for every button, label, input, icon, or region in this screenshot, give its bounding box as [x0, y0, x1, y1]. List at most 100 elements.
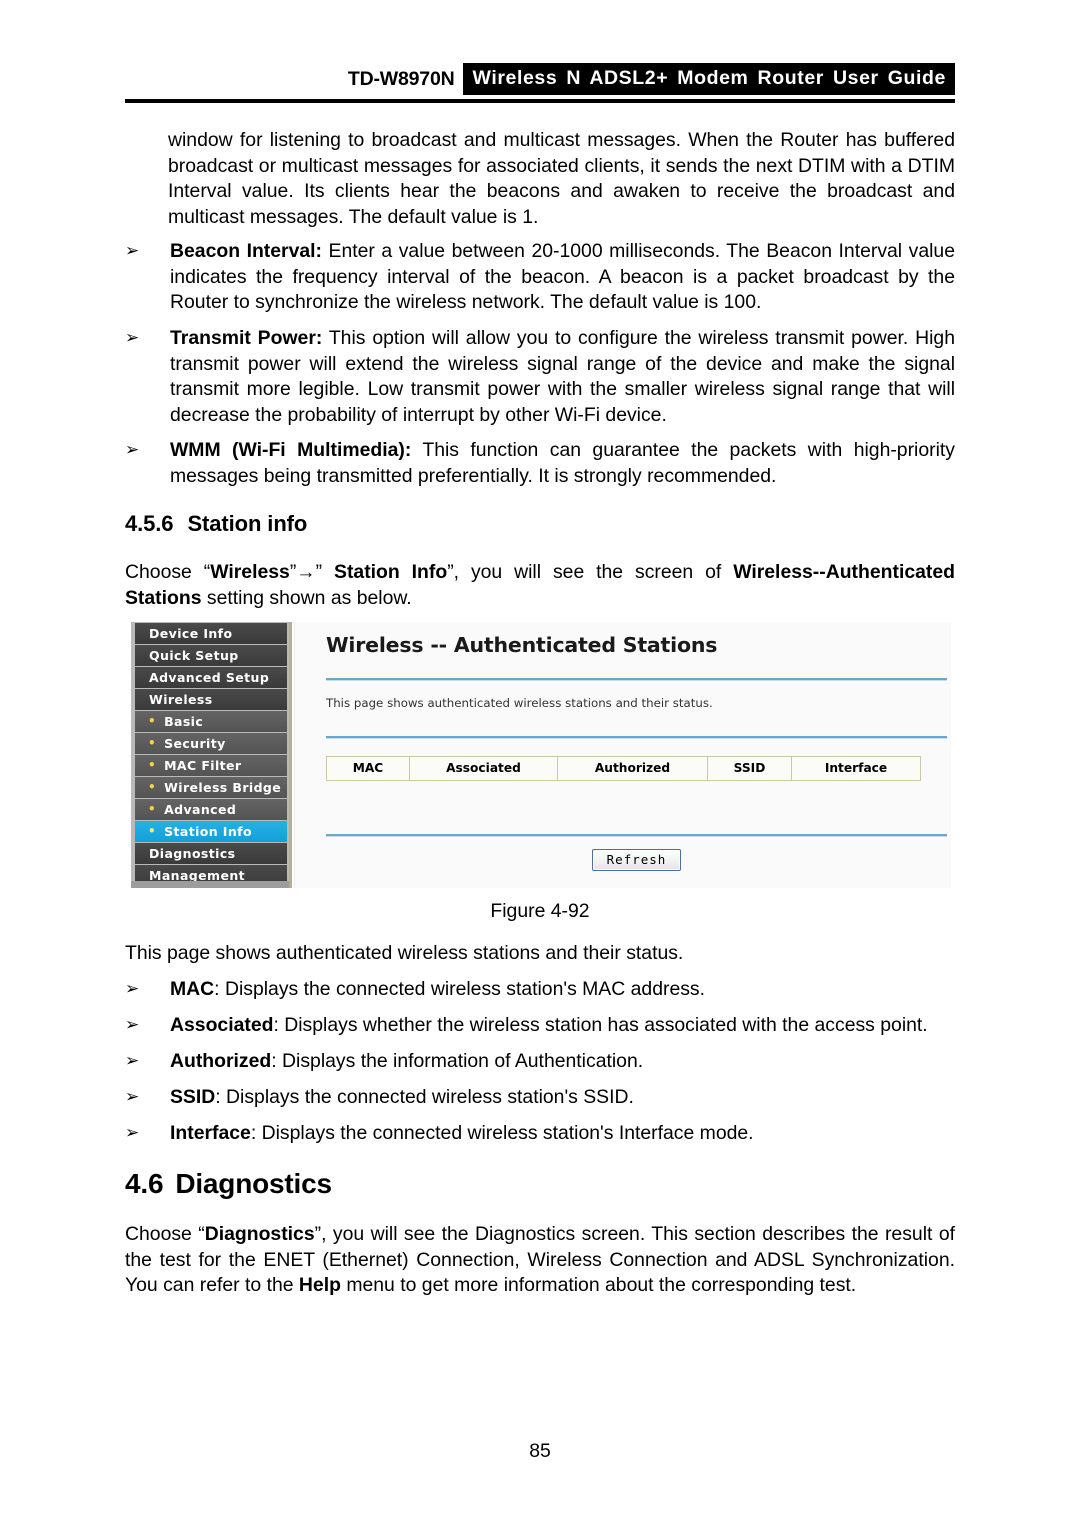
bullet-interface: ➢ Interface: Displays the connected wire… — [125, 1121, 955, 1147]
intro-fragment-2: ”→” — [289, 561, 335, 583]
sidebar-item-station-info[interactable]: • Station Info — [135, 821, 287, 842]
sidebar-bottom-strip — [131, 881, 289, 888]
sidebar-item-mac-filter[interactable]: • MAC Filter — [135, 755, 287, 776]
sidebar-bullet-icon: • — [148, 714, 157, 729]
table-header-associated: Associated — [409, 756, 558, 781]
sidebar-item-device-info[interactable]: Device Info — [135, 623, 287, 644]
table-header-ssid: SSID — [707, 756, 792, 781]
bullet-transmit-power-body: Transmit Power: This option will allow y… — [170, 326, 955, 428]
bullet-mac-text: : Displays the connected wireless statio… — [214, 978, 706, 1000]
bullet-beacon-interval-body: Beacon Interval: Enter a value between 2… — [170, 239, 955, 316]
sidebar-bullet-icon: • — [148, 758, 157, 773]
refresh-button-container: Refresh — [326, 849, 947, 871]
diagnostics-bold-diagnostics: Diagnostics — [204, 1223, 315, 1245]
bullet-ssid-body: SSID: Displays the connected wireless st… — [170, 1085, 955, 1111]
sidebar-item-quick-setup[interactable]: Quick Setup — [135, 645, 287, 666]
bullet-ssid: ➢ SSID: Displays the connected wireless … — [125, 1085, 955, 1111]
panel-rule-top — [326, 678, 947, 681]
bullet-beacon-interval: ➢ Beacon Interval: Enter a value between… — [125, 239, 955, 316]
sidebar-item-label: Basic — [164, 713, 204, 729]
sidebar-bullet-icon: • — [148, 802, 157, 817]
bullet-ssid-text: : Displays the connected wireless statio… — [215, 1086, 634, 1108]
sidebar-item-advanced-setup[interactable]: Advanced Setup — [135, 667, 287, 688]
diagnostics-fragment-1: Choose “ — [125, 1223, 205, 1245]
sidebar-item-diagnostics[interactable]: Diagnostics — [135, 843, 287, 864]
bullet-transmit-power-term: Transmit Power: — [170, 327, 323, 349]
refresh-button[interactable]: Refresh — [591, 849, 682, 871]
bullet-authorized-term: Authorized — [170, 1050, 272, 1072]
panel-rule-bottom — [326, 834, 947, 837]
bullet-authorized: ➢ Authorized: Displays the information o… — [125, 1049, 955, 1075]
bullet-interface-body: Interface: Displays the connected wirele… — [170, 1121, 955, 1147]
table-header-row: MAC Associated Authorized SSID Interface — [326, 756, 921, 781]
bullet-wmm-term: WMM (Wi-Fi Multimedia): — [170, 439, 412, 461]
sidebar-item-label: Diagnostics — [149, 845, 236, 861]
bullet-arrow-icon: ➢ — [125, 328, 140, 348]
bullet-wmm: ➢ WMM (Wi-Fi Multimedia): This function … — [125, 438, 955, 489]
heading-diagnostics-number: 4.6 — [125, 1168, 164, 1199]
sidebar-item-label: Device Info — [149, 625, 233, 641]
diagnostics-paragraph: Choose “Diagnostics”, you will see the D… — [125, 1222, 955, 1299]
router-main-panel: Wireless -- Authenticated Stations This … — [294, 622, 951, 888]
station-info-intro-paragraph: Choose “Wireless”→” Station Info”, you w… — [125, 560, 955, 611]
heading-station-info-title: Station info — [187, 511, 308, 536]
sidebar-item-label: Advanced — [164, 801, 237, 817]
table-header-interface: Interface — [791, 756, 921, 781]
bullet-authorized-text: : Displays the information of Authentica… — [271, 1050, 644, 1072]
router-panel-heading: Wireless -- Authenticated Stations — [326, 633, 718, 657]
bullet-mac-term: MAC — [170, 978, 215, 1000]
intro-fragment-4: setting shown as below. — [201, 586, 412, 609]
sidebar-bullet-icon: • — [148, 736, 157, 751]
intro-paragraph: window for listening to broadcast and mu… — [168, 129, 955, 228]
descriptions-lead: This page shows authenticated wireless s… — [125, 942, 684, 964]
heading-station-info-number: 4.5.6 — [125, 511, 174, 536]
sidebar-item-basic[interactable]: • Basic — [135, 711, 287, 732]
sidebar-item-wireless[interactable]: Wireless — [135, 689, 287, 710]
sidebar-item-advanced[interactable]: • Advanced — [135, 799, 287, 820]
bullet-associated-term: Associated — [170, 1014, 274, 1036]
sidebar-item-label: Wireless — [149, 691, 213, 707]
panel-rule-middle — [326, 736, 947, 739]
bullet-beacon-interval-term: Beacon Interval: — [170, 240, 323, 262]
header-model-name: TD-W8970N — [347, 67, 455, 90]
sidebar-divider — [289, 622, 293, 888]
sidebar-bullet-icon: • — [148, 780, 157, 795]
router-ui-screenshot: Device Info Quick Setup Advanced Setup Wire… — [131, 620, 951, 890]
intro-fragment-3: ”, you will see the screen of — [447, 561, 734, 583]
router-sidebar-menu: Device Info Quick Setup Advanced Setup Wire… — [131, 622, 289, 888]
sidebar-bullet-icon: • — [148, 824, 157, 839]
bullet-arrow-icon: ➢ — [125, 1123, 140, 1143]
diagnostics-fragment-3: menu to get more information about the c… — [340, 1274, 857, 1297]
router-panel-description: This page shows authenticated wireless s… — [326, 696, 713, 710]
bullet-associated-body: Associated: Displays whether the wireles… — [170, 1013, 955, 1039]
sidebar-item-label: Wireless Bridge — [164, 779, 282, 795]
sidebar-item-wireless-bridge[interactable]: • Wireless Bridge — [135, 777, 287, 798]
sidebar-item-label: Quick Setup — [149, 647, 239, 663]
bullet-arrow-icon: ➢ — [125, 1087, 140, 1107]
bullet-arrow-icon: ➢ — [125, 1051, 140, 1071]
bullet-associated-text: : Displays whether the wireless station … — [273, 1014, 928, 1036]
authenticated-stations-table: MAC Associated Authorized SSID Interface — [326, 756, 921, 781]
sidebar-item-label: Security — [164, 735, 226, 751]
heading-diagnostics: 4.6 Diagnostics — [125, 1168, 332, 1200]
bullet-interface-text: : Displays the connected wireless statio… — [250, 1122, 754, 1144]
table-header-authorized: Authorized — [557, 756, 708, 781]
intro-fragment-1: Choose “ — [125, 561, 211, 583]
bullet-wmm-body: WMM (Wi-Fi Multimedia): This function ca… — [170, 438, 955, 489]
bullet-arrow-icon: ➢ — [125, 440, 140, 460]
header-title-bar: Wireless N ADSL2+ Modem Router User Guid… — [463, 63, 955, 95]
table-header-mac: MAC — [326, 756, 410, 781]
page-running-header: TD-W8970N Wireless N ADSL2+ Modem Router… — [125, 62, 955, 96]
sidebar-item-label: MAC Filter — [164, 757, 242, 773]
sidebar-item-label: Station Info — [164, 823, 252, 839]
diagnostics-bold-help: Help — [298, 1274, 341, 1297]
bullet-arrow-icon: ➢ — [125, 241, 140, 261]
sidebar-item-security[interactable]: • Security — [135, 733, 287, 754]
heading-diagnostics-title: Diagnostics — [175, 1168, 332, 1199]
bullet-transmit-power: ➢ Transmit Power: This option will allow… — [125, 326, 955, 428]
bullet-interface-term: Interface — [170, 1122, 251, 1144]
bullet-mac-body: MAC: Displays the connected wireless sta… — [170, 977, 955, 1003]
bullet-associated: ➢ Associated: Displays whether the wirel… — [125, 1013, 955, 1039]
bullet-arrow-icon: ➢ — [125, 979, 140, 999]
page-number: 85 — [529, 1440, 551, 1462]
